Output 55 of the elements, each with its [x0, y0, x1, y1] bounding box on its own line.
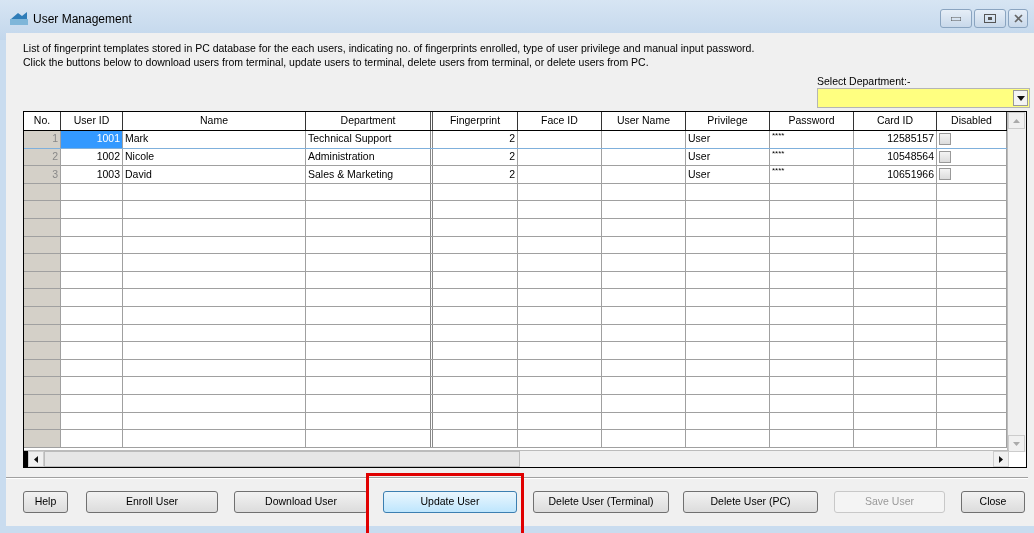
window-title: User Management	[33, 11, 132, 28]
action-button[interactable]: Delete User (Terminal)	[533, 491, 669, 513]
table-cell-text: 12585157	[887, 131, 934, 147]
row-header[interactable]	[24, 254, 61, 271]
close-icon	[1013, 14, 1023, 23]
table-cell-text: 10548564	[887, 149, 934, 164]
checkbox[interactable]	[939, 133, 951, 146]
table-cell-text: Mark	[125, 131, 149, 147]
department-dropdown[interactable]	[817, 88, 1030, 108]
table-cell-text: User	[688, 149, 711, 164]
table-cell-text: User	[688, 131, 711, 147]
table-cell-text: David	[125, 166, 152, 182]
table-cell-text: 2	[509, 131, 515, 147]
table-cell-text: 2	[509, 166, 515, 182]
row-header[interactable]	[24, 289, 61, 306]
table-cell-text: 10651966	[887, 166, 934, 182]
close-button[interactable]	[1008, 9, 1028, 28]
scroll-right-icon	[999, 455, 1003, 463]
table-cell: ****	[772, 148, 785, 158]
app-icon	[10, 11, 28, 25]
action-button[interactable]: Help	[23, 491, 68, 513]
dropdown-arrow-icon	[1016, 95, 1025, 101]
table-cell-text: Nicole	[125, 149, 155, 164]
table-cell-text: 2	[509, 149, 515, 164]
action-button[interactable]: Close	[961, 491, 1025, 513]
table-cell-text: Sales & Marketing	[308, 166, 394, 182]
table-cell-text: 1002	[96, 149, 120, 164]
description-text: List of fingerprint templates stored in PC database for the each users, indicating no. of fingerprints enrolled, type of user privilege and manual input password.	[23, 41, 756, 55]
table-cell-text: User	[688, 166, 711, 182]
checkbox[interactable]	[939, 150, 951, 163]
table-cell-text: 1001	[96, 131, 120, 147]
checkbox[interactable]	[939, 168, 951, 181]
maximize-button[interactable]	[974, 9, 1006, 28]
table-cell-text: Administration	[308, 149, 375, 164]
table-cell: ****	[772, 166, 785, 176]
action-button[interactable]: Enroll User	[86, 491, 218, 513]
table-cell: ****	[772, 131, 785, 140]
table-cell-text: 1003	[96, 166, 120, 182]
row-header[interactable]	[24, 342, 61, 359]
scroll-left-icon	[34, 455, 38, 463]
department-label: Select Department:-	[817, 75, 911, 88]
scroll-down-icon	[1013, 441, 1020, 446]
scroll-up-icon	[1013, 118, 1020, 123]
action-button[interactable]: Update User	[383, 491, 517, 513]
row-header[interactable]	[24, 430, 61, 447]
description-text: Click the buttons below to download users from terminal, update users to terminal, delete users from terminal, or delete users from PC.	[23, 55, 650, 69]
action-button[interactable]: Download User	[234, 491, 368, 513]
row-header[interactable]	[24, 201, 61, 218]
maximize-icon	[984, 14, 996, 23]
row-header[interactable]	[24, 377, 61, 394]
horizontal-scrollbar[interactable]	[24, 450, 1009, 467]
action-button[interactable]: Delete User (PC)	[683, 491, 818, 513]
vertical-scrollbar[interactable]	[1007, 112, 1026, 452]
minimize-icon	[951, 16, 961, 21]
table-cell-text: Technical Support	[308, 131, 392, 147]
